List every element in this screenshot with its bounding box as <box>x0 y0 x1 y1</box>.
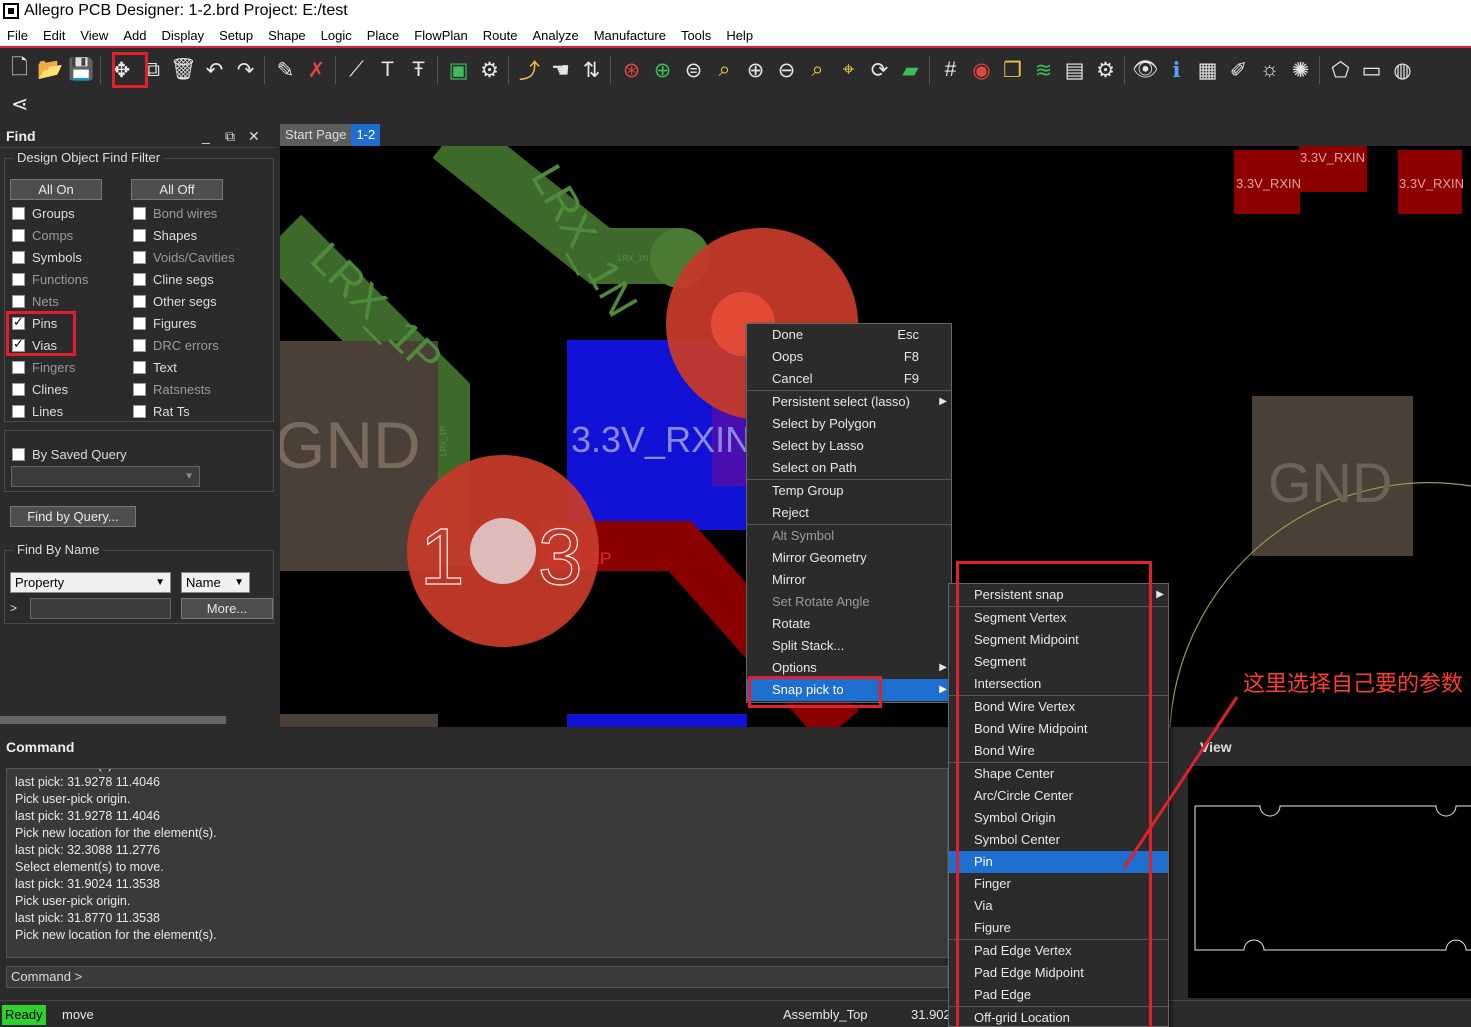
annotation-arrow <box>1122 696 1239 869</box>
